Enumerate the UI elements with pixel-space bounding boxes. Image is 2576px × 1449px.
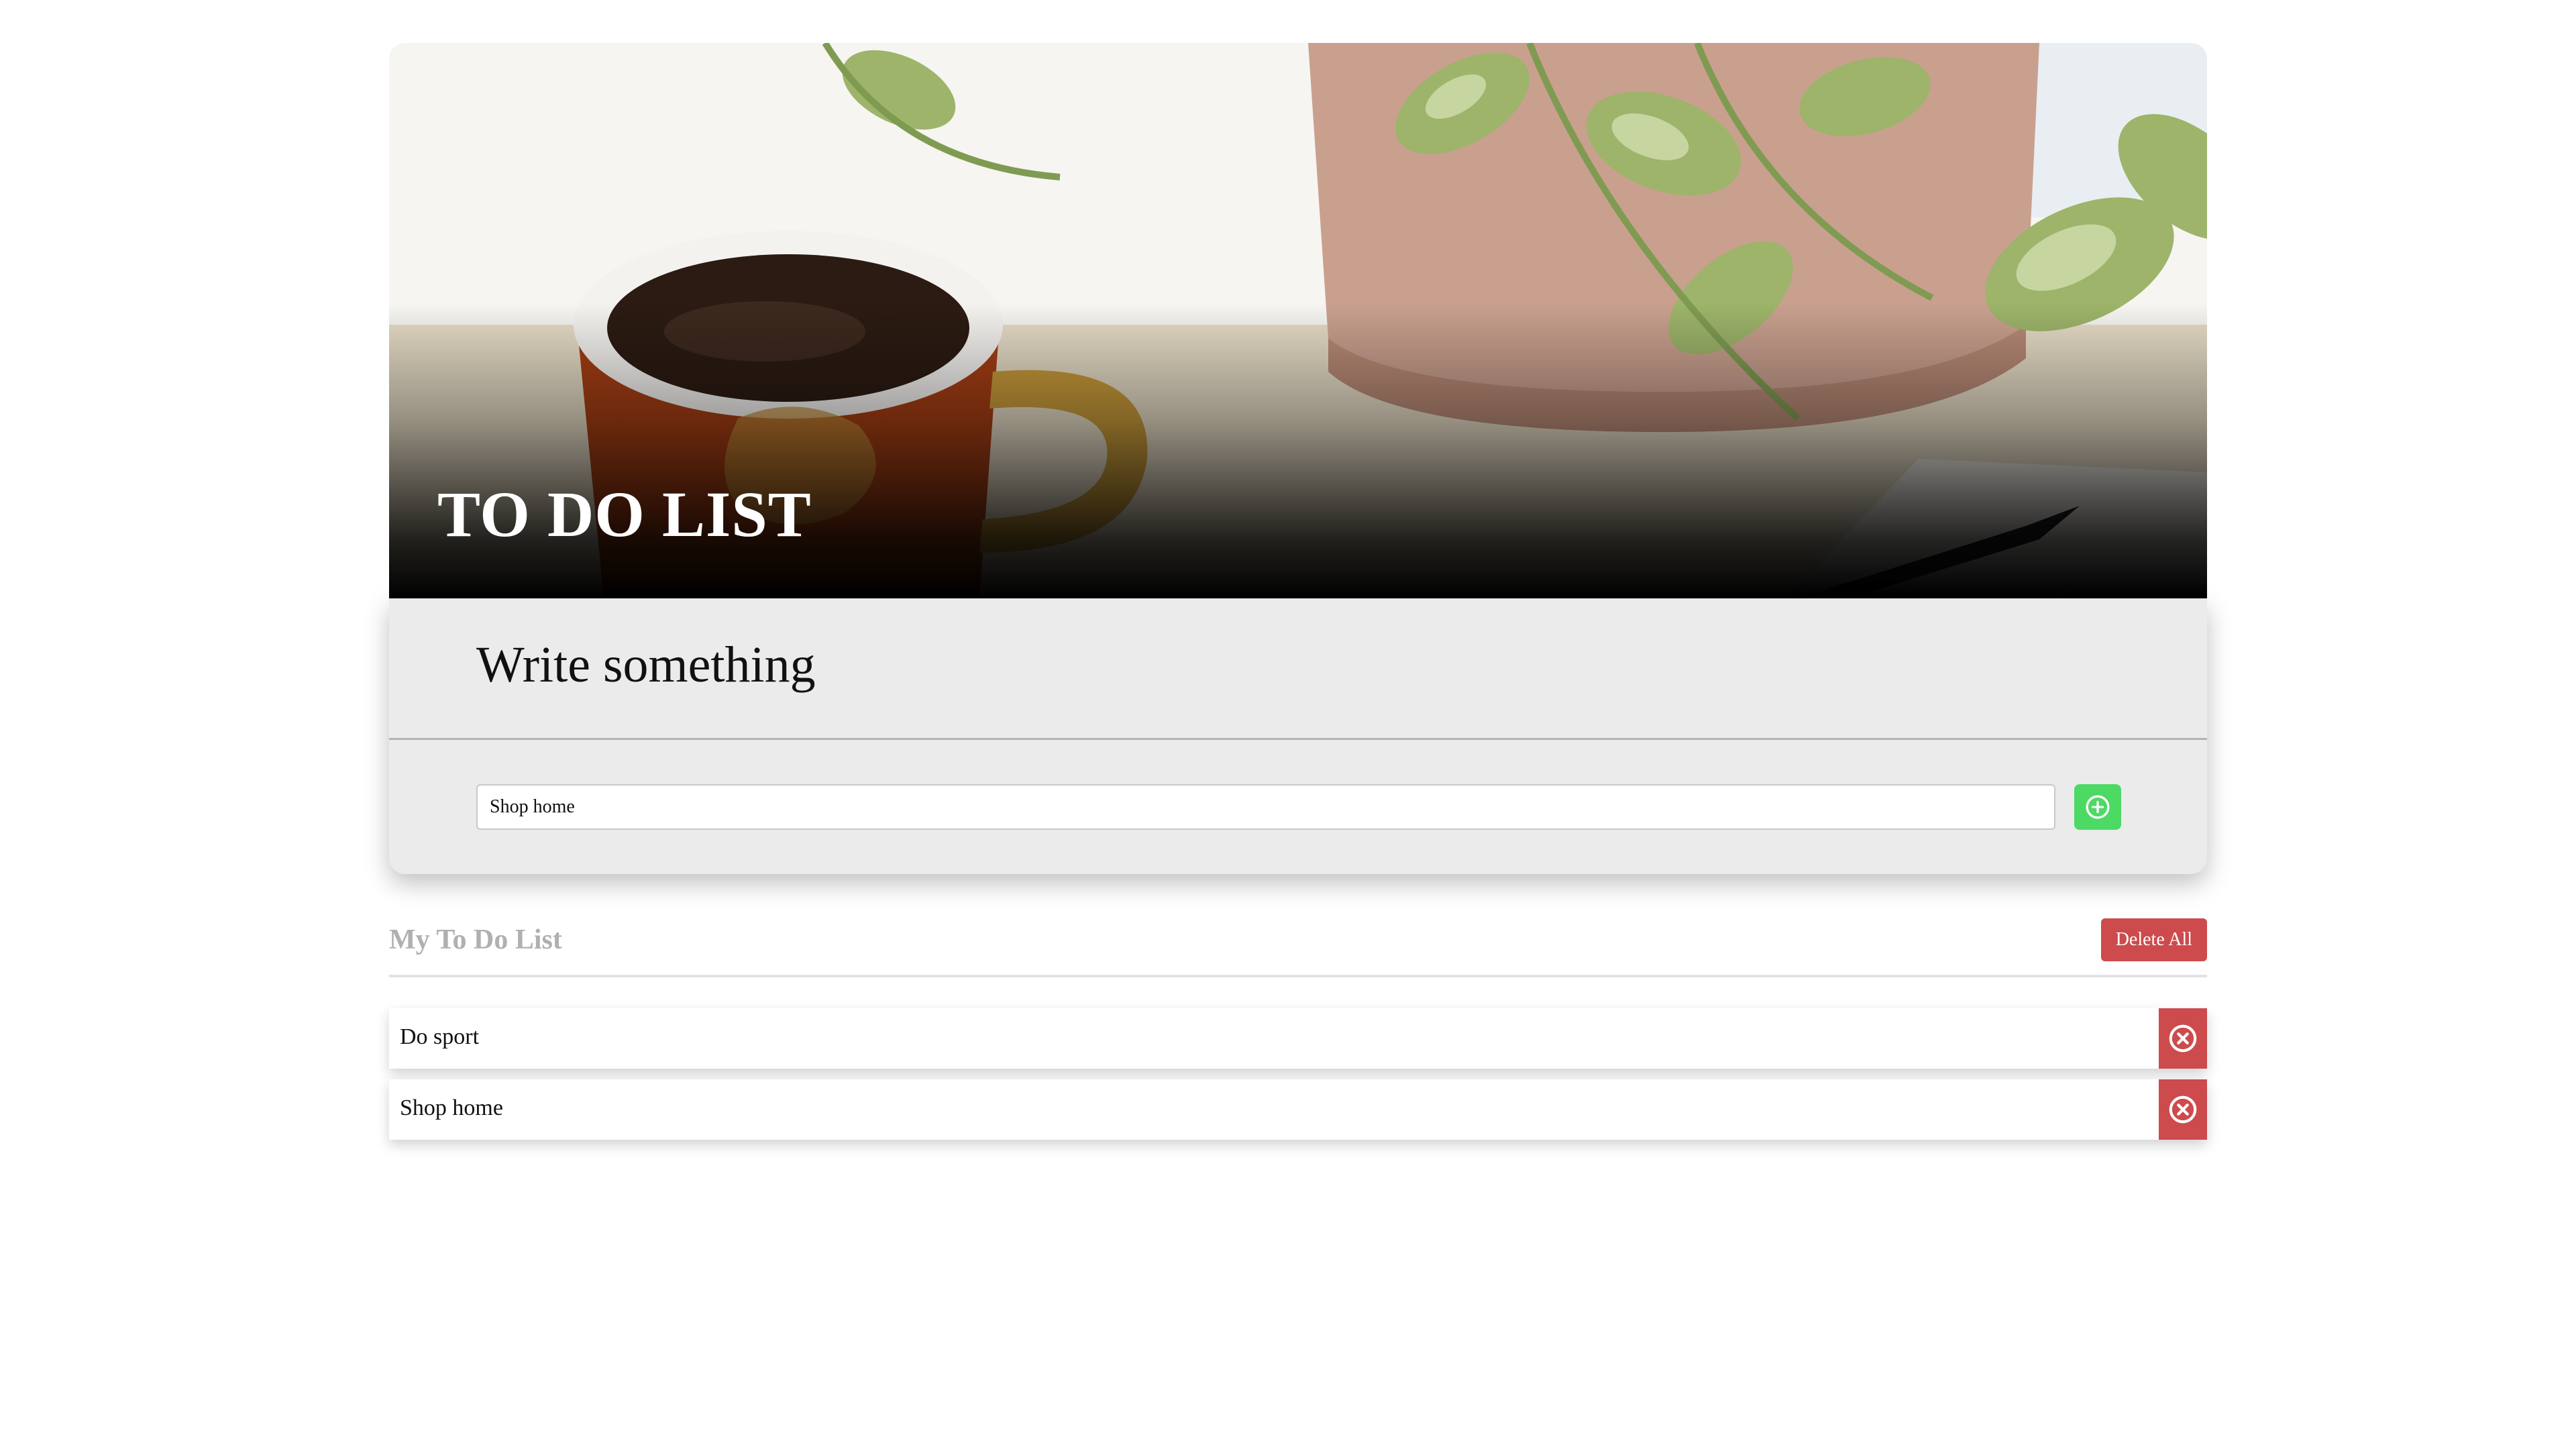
plus-circle-icon xyxy=(2086,795,2110,819)
list-item-text: Do sport xyxy=(400,1024,480,1049)
x-circle-icon xyxy=(2169,1095,2197,1124)
task-input[interactable] xyxy=(476,784,2055,830)
add-task-button[interactable] xyxy=(2074,784,2121,830)
remove-item-button[interactable] xyxy=(2159,1008,2207,1069)
list-item-text: Shop home xyxy=(400,1095,503,1120)
todo-app: TO DO LIST Write something My To Do List… xyxy=(389,43,2207,1150)
list-item: Do sport xyxy=(389,1008,2207,1069)
page-title: TO DO LIST xyxy=(437,478,812,550)
hero-banner: TO DO LIST xyxy=(389,43,2207,598)
add-task-heading: Write something xyxy=(476,637,816,693)
add-task-card: Write something xyxy=(389,598,2207,874)
add-task-body xyxy=(389,740,2207,874)
x-circle-icon xyxy=(2169,1024,2197,1053)
list-header: My To Do List Delete All xyxy=(389,874,2207,977)
delete-all-button[interactable]: Delete All xyxy=(2100,918,2207,961)
list-item: Shop home xyxy=(389,1079,2207,1140)
remove-item-button[interactable] xyxy=(2159,1079,2207,1140)
add-task-header: Write something xyxy=(389,598,2207,740)
hero-shade xyxy=(389,303,2207,598)
todo-list: Do sport Shop home xyxy=(389,1008,2207,1140)
list-heading: My To Do List xyxy=(389,924,562,955)
